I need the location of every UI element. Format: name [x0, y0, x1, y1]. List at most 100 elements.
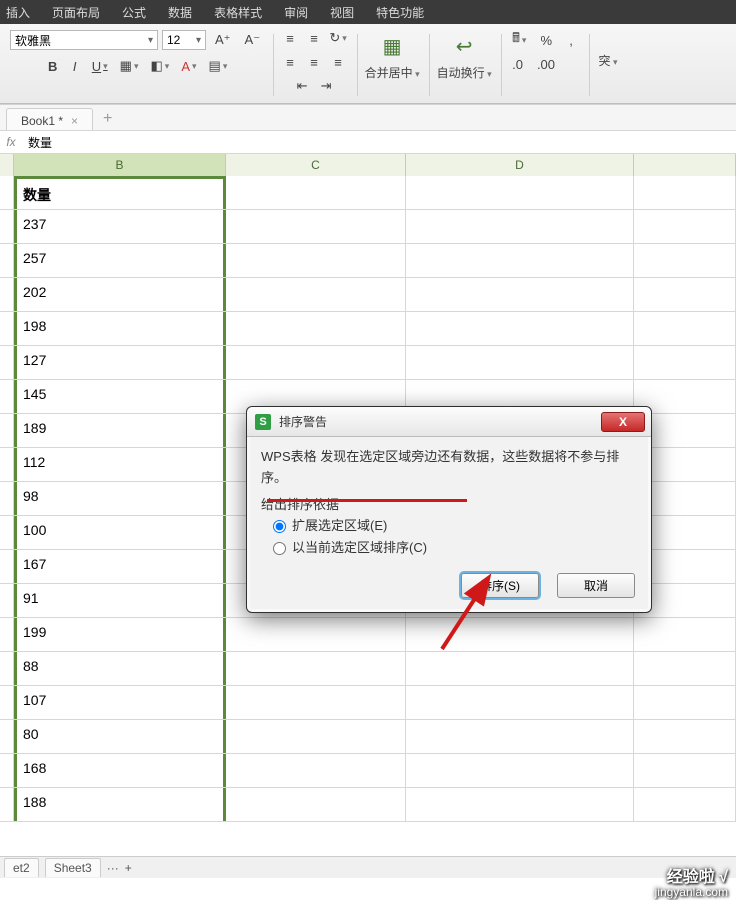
- radio-expand-selection[interactable]: 扩展选定区域(E): [273, 516, 637, 537]
- radio-current-label: 以当前选定区域排序(C): [292, 538, 427, 559]
- menu-formula[interactable]: 公式: [122, 4, 146, 21]
- cell-value[interactable]: 107: [14, 686, 226, 719]
- menu-data[interactable]: 数据: [168, 4, 192, 21]
- wrap-text-button[interactable]: ↩ 自动换行: [435, 28, 493, 100]
- increase-indent-icon[interactable]: ⇥: [315, 76, 337, 96]
- merge-center-button[interactable]: ▦ 合并居中: [363, 28, 421, 100]
- cell-value[interactable]: 202: [14, 278, 226, 311]
- radio-expand-label: 扩展选定区域(E): [292, 516, 387, 537]
- fill-color-button[interactable]: ◧: [145, 56, 174, 76]
- percent-button[interactable]: %: [535, 30, 557, 50]
- radio-current-selection[interactable]: 以当前选定区域排序(C): [273, 538, 637, 559]
- cell-value[interactable]: 199: [14, 618, 226, 651]
- sheet-tab-3[interactable]: Sheet3: [45, 858, 101, 877]
- decrease-decimal-icon[interactable]: .00: [532, 54, 560, 74]
- cell-value[interactable]: 127: [14, 346, 226, 379]
- add-tab-button[interactable]: +: [95, 108, 120, 130]
- col-head-e[interactable]: [634, 154, 736, 176]
- align-middle-icon[interactable]: ≡: [303, 28, 325, 48]
- table-row[interactable]: 107: [0, 686, 736, 720]
- increase-font-icon[interactable]: A⁺: [210, 30, 236, 50]
- font-group: 软雅黑 12 A⁺ A⁻ B I U ▦ ◧ A ▤: [4, 28, 271, 104]
- cell-value[interactable]: 237: [14, 210, 226, 243]
- table-row[interactable]: 数量: [0, 176, 736, 210]
- increase-decimal-icon[interactable]: .0: [507, 54, 528, 74]
- formula-value[interactable]: 数量: [22, 134, 736, 151]
- cell-value[interactable]: 198: [14, 312, 226, 345]
- cell-value[interactable]: 257: [14, 244, 226, 277]
- cell-value[interactable]: 145: [14, 380, 226, 413]
- document-tabbar: Book1 * × +: [0, 104, 736, 130]
- table-row[interactable]: 199: [0, 618, 736, 652]
- align-right-icon[interactable]: ≡: [327, 52, 349, 72]
- borders-button[interactable]: ▦: [115, 56, 144, 76]
- merge-icon: ▦: [378, 32, 406, 60]
- font-color-button[interactable]: A: [176, 56, 201, 76]
- close-tab-icon[interactable]: ×: [71, 114, 78, 128]
- spreadsheet-grid[interactable]: B C D 数量23725720219812714518911298100167…: [0, 154, 736, 874]
- dialog-title: 排序警告: [279, 413, 593, 430]
- cell-value[interactable]: 88: [14, 652, 226, 685]
- col-head-b[interactable]: B: [14, 154, 226, 176]
- decrease-font-icon[interactable]: A⁻: [240, 30, 266, 50]
- radio-current-input[interactable]: [273, 542, 286, 555]
- sheet-more-icon[interactable]: ···: [107, 861, 119, 875]
- formula-bar: fx 数量: [0, 130, 736, 154]
- fx-icon[interactable]: fx: [0, 135, 22, 149]
- align-top-icon[interactable]: ≡: [279, 28, 301, 48]
- cell-value[interactable]: 80: [14, 720, 226, 753]
- sheet-tab-2[interactable]: et2: [4, 858, 39, 877]
- col-head-d[interactable]: D: [406, 154, 634, 176]
- overflow-button[interactable]: 突: [598, 52, 617, 69]
- table-row[interactable]: 88: [0, 652, 736, 686]
- menu-layout[interactable]: 页面布局: [52, 4, 100, 21]
- table-row[interactable]: 202: [0, 278, 736, 312]
- table-row[interactable]: 188: [0, 788, 736, 822]
- menu-insert[interactable]: 插入: [6, 4, 30, 21]
- font-name-select[interactable]: 软雅黑: [10, 30, 158, 50]
- cell-value[interactable]: 189: [14, 414, 226, 447]
- cell-value[interactable]: 188: [14, 788, 226, 821]
- menu-view[interactable]: 视图: [330, 4, 354, 21]
- table-row[interactable]: 198: [0, 312, 736, 346]
- italic-button[interactable]: I: [65, 56, 85, 76]
- sheet-add-icon[interactable]: +: [125, 861, 132, 875]
- highlight-button[interactable]: ▤: [204, 56, 233, 76]
- cell-value[interactable]: 91: [14, 584, 226, 617]
- col-head-stub[interactable]: [0, 154, 14, 176]
- wps-logo-icon: S: [255, 414, 271, 430]
- align-group: ≡ ≡ ↻ ≡ ≡ ≡ ⇤ ⇥: [273, 28, 355, 104]
- bold-button[interactable]: B: [43, 56, 63, 76]
- menu-special[interactable]: 特色功能: [376, 4, 424, 21]
- table-row[interactable]: 127: [0, 346, 736, 380]
- cell-value[interactable]: 98: [14, 482, 226, 515]
- orientation-icon[interactable]: ↻: [327, 28, 349, 48]
- radio-expand-input[interactable]: [273, 520, 286, 533]
- number-format-button[interactable]: 🖩: [507, 30, 531, 50]
- cell-value[interactable]: 168: [14, 754, 226, 787]
- dialog-message: WPS表格 发现在选定区域旁边还有数据，这些数据将不参与排序。: [261, 447, 637, 489]
- align-center-icon[interactable]: ≡: [303, 52, 325, 72]
- trailing-group: 突: [589, 28, 627, 104]
- underline-button[interactable]: U: [87, 56, 113, 76]
- doc-tab[interactable]: Book1 * ×: [6, 108, 93, 130]
- table-row[interactable]: 80: [0, 720, 736, 754]
- table-row[interactable]: 257: [0, 244, 736, 278]
- menu-review[interactable]: 审阅: [284, 4, 308, 21]
- cell-value[interactable]: 112: [14, 448, 226, 481]
- decrease-indent-icon[interactable]: ⇤: [291, 76, 313, 96]
- menu-style[interactable]: 表格样式: [214, 4, 262, 21]
- align-left-icon[interactable]: ≡: [279, 52, 301, 72]
- col-head-c[interactable]: C: [226, 154, 406, 176]
- dialog-close-button[interactable]: X: [601, 412, 645, 432]
- cell-value[interactable]: 100: [14, 516, 226, 549]
- table-row[interactable]: 237: [0, 210, 736, 244]
- cell-value[interactable]: 167: [14, 550, 226, 583]
- dialog-titlebar[interactable]: S 排序警告 X: [247, 407, 651, 437]
- cancel-button[interactable]: 取消: [557, 573, 635, 598]
- comma-button[interactable]: ,: [561, 30, 581, 50]
- sort-button[interactable]: 排序(S): [461, 573, 539, 598]
- font-size-select[interactable]: 12: [162, 30, 206, 50]
- table-row[interactable]: 168: [0, 754, 736, 788]
- cell-value[interactable]: 数量: [14, 176, 226, 209]
